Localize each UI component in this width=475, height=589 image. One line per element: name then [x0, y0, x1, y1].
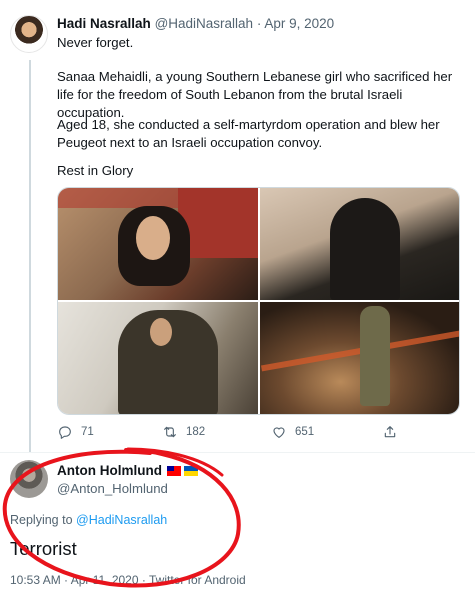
- tweet-text-para4: Rest in Glory: [57, 163, 134, 178]
- like-icon: [273, 427, 285, 438]
- reply-button[interactable]: 71: [57, 424, 94, 440]
- like-count: 651: [295, 426, 315, 438]
- retweet-icon: [164, 426, 176, 438]
- tweet-text-line1: Never forget.: [57, 35, 134, 50]
- ukraine-flag-icon: [183, 465, 198, 476]
- like-button[interactable]: 651: [271, 424, 314, 440]
- reply-text: Terrorist: [10, 538, 77, 559]
- reply-timestamp[interactable]: 10:53 AM · Apr 11, 2020 · Twitter for An…: [10, 573, 246, 587]
- reply-author: Anton Holmlund: [57, 463, 198, 478]
- tweet-text-para3: Aged 18, she conducted a self-martyrdom …: [57, 117, 440, 150]
- tweet-date[interactable]: Apr 9, 2020: [264, 16, 334, 31]
- reply-icon: [59, 426, 71, 439]
- mention-link[interactable]: @HadiNasrallah: [76, 513, 167, 527]
- taiwan-flag-icon: [166, 465, 181, 476]
- original-tweet[interactable]: Hadi Nasrallah @HadiNasrallah · Apr 9, 2…: [0, 0, 475, 452]
- replying-to: Replying to @HadiNasrallah: [10, 513, 167, 527]
- action-bar: 71 182 651: [57, 424, 457, 444]
- tweet-header: Hadi Nasrallah @HadiNasrallah · Apr 9, 2…: [57, 16, 334, 31]
- divider: [0, 452, 475, 453]
- reply-author-handle[interactable]: @Anton_Holmlund: [57, 481, 168, 496]
- retweet-count: 182: [186, 426, 206, 438]
- tweet-text-para2: Sanaa Mehaidli, a young Southern Lebanes…: [57, 69, 453, 120]
- replying-prefix: Replying to: [10, 513, 73, 527]
- author-name[interactable]: Hadi Nasrallah: [57, 16, 151, 31]
- photo-4[interactable]: [260, 302, 459, 414]
- photo-1[interactable]: [58, 188, 258, 300]
- retweet-button[interactable]: 182: [162, 424, 205, 440]
- media-grid: [57, 187, 460, 415]
- photo-2[interactable]: [260, 188, 459, 300]
- share-button[interactable]: [382, 424, 398, 440]
- reply-count: 71: [81, 426, 94, 438]
- share-icon: [384, 426, 396, 438]
- avatar[interactable]: [10, 15, 48, 53]
- author-handle[interactable]: @HadiNasrallah: [155, 16, 254, 31]
- photo-3[interactable]: [58, 302, 258, 414]
- reply-author-name[interactable]: Anton Holmlund: [57, 463, 162, 478]
- separator: ·: [256, 16, 262, 31]
- reply-avatar[interactable]: [10, 460, 48, 498]
